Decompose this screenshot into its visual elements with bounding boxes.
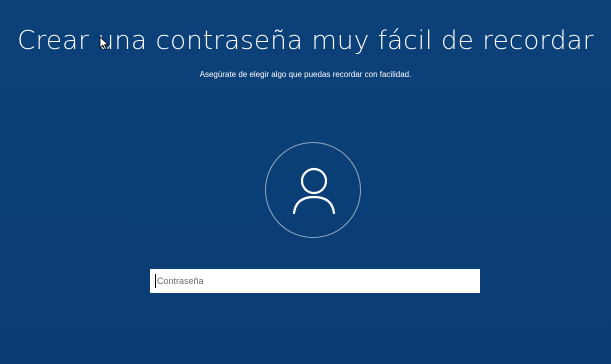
mouse-pointer-icon (99, 36, 109, 50)
text-caret (155, 274, 156, 288)
page-title: Crear una contraseña muy fácil de record… (17, 26, 594, 56)
user-icon (292, 167, 336, 215)
avatar (265, 142, 361, 238)
password-input[interactable] (150, 269, 480, 293)
setup-screen: Crear una contraseña muy fácil de record… (0, 0, 611, 364)
page-subtitle: Asegúrate de elegir algo que puedas reco… (199, 70, 412, 79)
